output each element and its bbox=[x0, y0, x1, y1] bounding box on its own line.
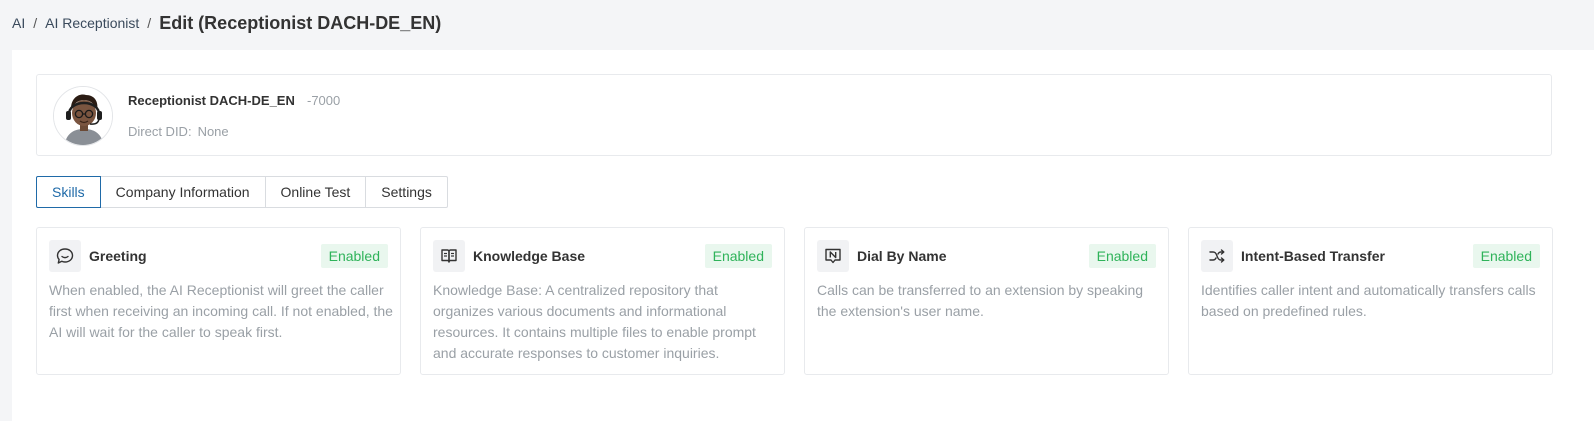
avatar bbox=[53, 86, 113, 146]
receptionist-profile-card: Receptionist DACH-DE_EN -7000 Direct DID… bbox=[36, 74, 1552, 156]
skill-title: Intent-Based Transfer bbox=[1241, 248, 1385, 264]
tab-company-information[interactable]: Company Information bbox=[99, 176, 266, 208]
direct-did-value: None bbox=[197, 124, 229, 139]
skill-description: Calls can be transferred to an extension… bbox=[817, 282, 1144, 319]
skill-card-greeting[interactable]: Greeting Enabled When enabled, the AI Re… bbox=[36, 227, 401, 375]
agent-name: Receptionist DACH-DE_EN bbox=[128, 93, 295, 108]
tab-bar: Skills Company Information Online Test S… bbox=[36, 176, 448, 208]
status-badge: Enabled bbox=[1088, 244, 1156, 268]
breadcrumb-separator: / bbox=[33, 15, 38, 31]
status-badge: Enabled bbox=[320, 244, 388, 268]
skill-card-dial-by-name[interactable]: Dial By Name Enabled Calls can be transf… bbox=[804, 227, 1169, 375]
page-title: Edit (Receptionist DACH-DE_EN) bbox=[159, 12, 442, 33]
skill-description: Identifies caller intent and automatical… bbox=[1201, 282, 1536, 319]
breadcrumb-ai-receptionist[interactable]: AI Receptionist bbox=[45, 15, 139, 31]
breadcrumb: AI / AI Receptionist / Edit (Receptionis… bbox=[12, 12, 441, 34]
book-icon bbox=[433, 240, 465, 272]
skill-card-knowledge-base[interactable]: Knowledge Base Enabled Knowledge Base: A… bbox=[420, 227, 785, 375]
main-panel: Receptionist DACH-DE_EN -7000 Direct DID… bbox=[12, 50, 1594, 421]
direct-did: Direct DID: None bbox=[128, 124, 229, 139]
chat-bubble-icon bbox=[49, 240, 81, 272]
name-tag-icon bbox=[817, 240, 849, 272]
skill-description: Knowledge Base: A centralized repository… bbox=[433, 282, 756, 361]
tab-online-test[interactable]: Online Test bbox=[264, 176, 367, 208]
direct-did-label: Direct DID: bbox=[128, 124, 192, 139]
skill-description: When enabled, the AI Receptionist will g… bbox=[49, 282, 393, 340]
shuffle-icon bbox=[1201, 240, 1233, 272]
skill-title: Knowledge Base bbox=[473, 248, 586, 264]
agent-extension: -7000 bbox=[307, 93, 341, 108]
skill-title: Greeting bbox=[89, 248, 147, 264]
skill-title: Dial By Name bbox=[857, 248, 947, 264]
status-badge: Enabled bbox=[1472, 244, 1540, 268]
tab-settings[interactable]: Settings bbox=[365, 176, 448, 208]
breadcrumb-separator: / bbox=[147, 15, 152, 31]
breadcrumb-ai[interactable]: AI bbox=[12, 15, 25, 31]
skill-card-intent-based-transfer[interactable]: Intent-Based Transfer Enabled Identifies… bbox=[1188, 227, 1553, 375]
tab-skills[interactable]: Skills bbox=[36, 176, 101, 208]
status-badge: Enabled bbox=[704, 244, 772, 268]
